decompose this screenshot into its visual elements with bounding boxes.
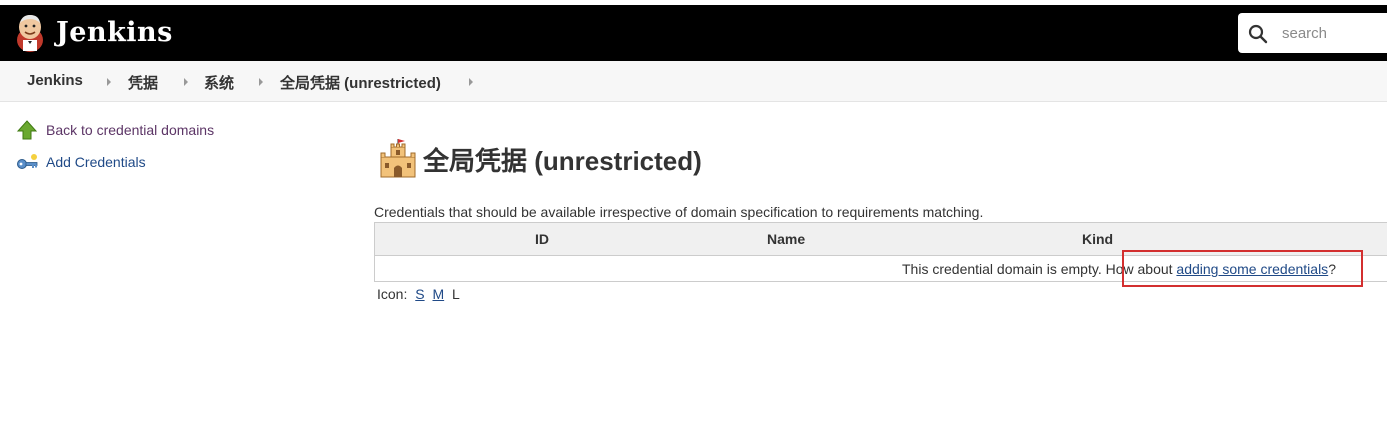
breadcrumb-item-credentials[interactable]: 凭据 [128, 72, 158, 93]
search-icon [1248, 24, 1268, 44]
breadcrumb-arrow-icon[interactable] [259, 78, 263, 86]
up-arrow-icon [16, 120, 38, 140]
icon-size-label: Icon: [377, 286, 408, 302]
breadcrumb-arrow-icon[interactable] [107, 78, 111, 86]
jenkins-brand[interactable]: Jenkins [56, 17, 173, 48]
castle-icon [380, 139, 416, 178]
back-to-credential-domains-link[interactable]: Back to credential domains [46, 122, 214, 138]
breadcrumb: Jenkins 凭据 系统 全局凭据 (unrestricted) [0, 61, 1387, 102]
add-credentials-link[interactable]: Add Credentials [46, 154, 146, 170]
highlight-box [1122, 250, 1363, 287]
breadcrumb-arrow-icon[interactable] [469, 78, 473, 86]
column-header-kind[interactable]: Kind [1082, 231, 1113, 247]
icon-size-selector: Icon: S M L [377, 286, 460, 302]
icon-size-small-link[interactable]: S [415, 286, 424, 302]
jenkins-logo-icon[interactable] [14, 13, 46, 53]
breadcrumb-arrow-icon[interactable] [184, 78, 188, 86]
page-title-text: 全局凭据 (unrestricted) [423, 146, 702, 176]
search-box[interactable] [1238, 13, 1387, 53]
column-header-name[interactable]: Name [767, 231, 805, 247]
search-input[interactable] [1282, 23, 1387, 43]
domain-description: Credentials that should be available irr… [374, 204, 984, 220]
breadcrumb-item-jenkins[interactable]: Jenkins [27, 72, 83, 89]
breadcrumb-item-global-credentials[interactable]: 全局凭据 (unrestricted) [280, 72, 441, 93]
icon-size-large-current: L [452, 286, 460, 302]
breadcrumb-item-system[interactable]: 系统 [204, 72, 234, 93]
column-header-id[interactable]: ID [535, 231, 549, 247]
key-icon [17, 154, 38, 169]
icon-size-medium-link[interactable]: M [432, 286, 444, 302]
top-bar: Jenkins [0, 5, 1387, 61]
